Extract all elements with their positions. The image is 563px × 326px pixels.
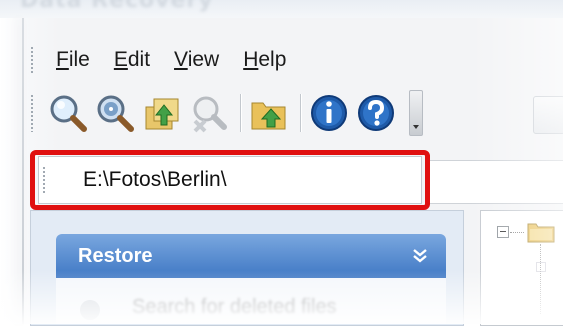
toolbar-grip[interactable] bbox=[30, 94, 34, 132]
search-icon bbox=[50, 95, 87, 132]
search-disabled-icon bbox=[193, 96, 227, 133]
info-icon bbox=[311, 95, 347, 131]
toolbar bbox=[30, 86, 563, 140]
tree-connector bbox=[510, 232, 524, 234]
tree-collapse-toggle[interactable] bbox=[497, 226, 509, 238]
menu-edit[interactable]: Edit bbox=[114, 48, 150, 72]
chevron-collapse-icon[interactable] bbox=[408, 244, 432, 268]
menubar-grip[interactable] bbox=[30, 46, 34, 74]
folder-up-button[interactable] bbox=[249, 93, 289, 133]
search-disabled-button[interactable] bbox=[189, 93, 229, 133]
window-title: Data Recovery bbox=[20, 0, 214, 13]
address-bar: E:\Fotos\Berlin\ bbox=[30, 150, 563, 216]
secondary-toolbar bbox=[533, 96, 563, 134]
tree-expand-toggle[interactable] bbox=[536, 262, 546, 272]
help-icon bbox=[358, 95, 394, 131]
recover-files-button[interactable] bbox=[142, 93, 182, 133]
restore-panel-title: Restore bbox=[78, 244, 153, 267]
address-bar-extension bbox=[430, 160, 563, 204]
search-button[interactable] bbox=[48, 93, 88, 133]
folder-up-icon bbox=[251, 102, 286, 130]
menu-file[interactable]: File bbox=[56, 48, 90, 72]
folder-icon[interactable] bbox=[526, 218, 556, 244]
search-deleted-files-link[interactable]: Search for deleted files bbox=[132, 296, 337, 319]
menu-view[interactable]: View bbox=[174, 48, 219, 72]
search-deleted-icon bbox=[80, 300, 100, 320]
restore-panel-header[interactable]: Restore bbox=[56, 234, 446, 278]
title-bar: Data Recovery bbox=[0, 0, 563, 20]
tree-connector bbox=[540, 244, 542, 314]
deep-search-icon bbox=[97, 95, 134, 132]
toolbar-overflow-button[interactable] bbox=[409, 90, 423, 136]
menu-help[interactable]: Help bbox=[243, 48, 286, 72]
recover-files-icon bbox=[145, 98, 179, 130]
window-border bbox=[22, 18, 24, 324]
help-button[interactable] bbox=[356, 93, 396, 133]
deep-search-button[interactable] bbox=[95, 93, 135, 133]
menu-bar: File Edit View Help bbox=[30, 40, 563, 80]
address-highlight bbox=[30, 150, 430, 210]
toolbar-separator bbox=[240, 94, 241, 132]
info-button[interactable] bbox=[309, 93, 349, 133]
toolbar-separator bbox=[300, 94, 301, 132]
